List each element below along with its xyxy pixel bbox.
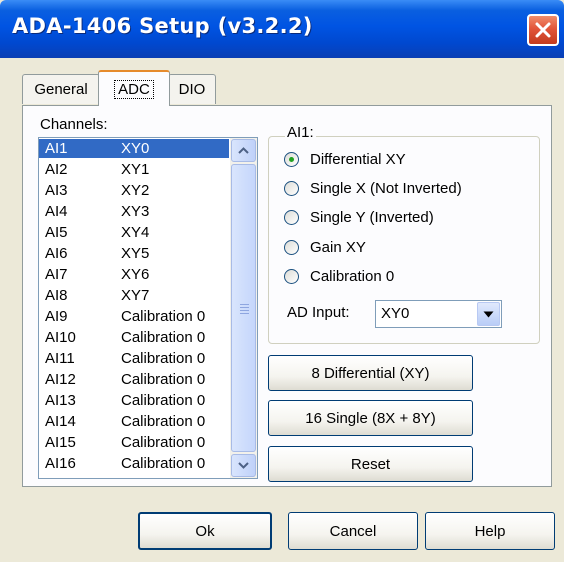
channel-id: AI8: [45, 287, 68, 304]
channel-list-item[interactable]: AI11 Calibration 0: [39, 349, 229, 368]
channel-mapping: Calibration 0: [121, 308, 206, 325]
cancel-button[interactable]: Cancel: [288, 512, 418, 550]
scroll-thumb-grip: [240, 313, 249, 314]
channel-list-item[interactable]: AI12 Calibration 0: [39, 370, 229, 389]
channel-mapping: XY2: [121, 182, 150, 199]
channel-list-item[interactable]: AI16 Calibration 0: [39, 454, 229, 473]
scroll-up-arrow-icon: [238, 147, 249, 154]
channel-id: AI11: [45, 350, 75, 367]
channel-list-item[interactable]: AI5 XY4: [39, 223, 229, 242]
channel-list-item[interactable]: AI13 Calibration 0: [39, 391, 229, 410]
radio-single-y[interactable]: Single Y (Inverted): [284, 206, 434, 228]
eight-differential-button[interactable]: 8 Differential (XY): [268, 355, 473, 391]
channel-mapping: XY0: [121, 140, 150, 157]
radio-gain-xy[interactable]: Gain XY: [284, 236, 366, 258]
radio-label: Gain XY: [310, 238, 366, 256]
help-button[interactable]: Help: [425, 512, 555, 550]
radio-button[interactable]: [284, 268, 299, 284]
ad-input-dropdown-button[interactable]: [477, 302, 500, 326]
channel-id: AI14: [45, 413, 76, 430]
sixteen-single-button[interactable]: 16 Single (8X + 8Y): [268, 400, 473, 436]
channel-list-item[interactable]: AI15 Calibration 0: [39, 433, 229, 452]
channel-id: AI3: [45, 182, 68, 199]
channel-id: AI10: [45, 329, 76, 346]
radio-label: Calibration 0: [310, 267, 395, 285]
channel-mapping: Calibration 0: [121, 350, 206, 367]
radio-button[interactable]: [284, 209, 299, 225]
channel-mapping: XY4: [121, 224, 150, 241]
channel-mapping: Calibration 0: [121, 413, 206, 430]
close-icon: [535, 22, 551, 38]
window-title: ADA-1406 Setup (v3.2.2): [12, 14, 313, 38]
radio-label: Single X (Not Inverted): [310, 179, 462, 197]
channel-id: AI4: [45, 203, 68, 220]
radio-button[interactable]: [284, 180, 299, 196]
scroll-thumb-grip: [240, 304, 249, 305]
radio-button[interactable]: [284, 239, 299, 255]
ad-input-label: AD Input:: [287, 304, 350, 321]
radio-label: Single Y (Inverted): [310, 208, 434, 226]
tab-general-label: General: [34, 81, 88, 98]
channels-label: Channels:: [40, 116, 108, 133]
channel-mapping: XY5: [121, 245, 150, 262]
channel-id: AI1: [45, 140, 68, 157]
channel-mapping: Calibration 0: [121, 329, 206, 346]
channel-list-item[interactable]: AI8 XY7: [39, 286, 229, 305]
channels-listbox[interactable]: AI1 XY0 AI2 XY1 AI3 XY2 AI4 XY3 AI5 XY4 AI6 XY5 AI7 X…: [38, 137, 258, 479]
channel-mapping: XY1: [121, 161, 150, 178]
radio-label: Differential XY: [310, 150, 406, 168]
scroll-thumb[interactable]: [231, 164, 256, 452]
scroll-up-button[interactable]: [231, 139, 256, 162]
dropdown-arrow-icon: [483, 311, 494, 317]
channel-id: AI7: [45, 266, 68, 283]
channel-list-item[interactable]: AI10 Calibration 0: [39, 328, 229, 347]
scroll-down-button[interactable]: [231, 454, 256, 477]
channel-mapping: XY7: [121, 287, 150, 304]
scroll-down-arrow-icon: [238, 462, 249, 469]
channel-mapping: XY6: [121, 266, 150, 283]
channel-mapping: Calibration 0: [121, 392, 206, 409]
channel-id: AI15: [45, 434, 76, 451]
tab-adc-label: ADC: [114, 79, 154, 99]
channels-scrollbar[interactable]: [230, 138, 257, 478]
channel-id: AI6: [45, 245, 68, 262]
channel-mapping: Calibration 0: [121, 455, 206, 472]
channel-list-item[interactable]: AI6 XY5: [39, 244, 229, 263]
channel-list-item[interactable]: AI4 XY3: [39, 202, 229, 221]
scroll-thumb-grip: [240, 310, 249, 311]
tab-dio-label: DIO: [178, 81, 206, 98]
group-caption: AI1:: [285, 124, 316, 141]
ad-input-select[interactable]: XY0: [375, 300, 502, 328]
channel-list-item[interactable]: AI2 XY1: [39, 160, 229, 179]
channel-list-item[interactable]: AI9 Calibration 0: [39, 307, 229, 326]
channel-id: AI16: [45, 455, 76, 472]
reset-button[interactable]: Reset: [268, 446, 473, 482]
channel-list-item[interactable]: AI7 XY6: [39, 265, 229, 284]
radio-calibration-0[interactable]: Calibration 0: [284, 265, 394, 287]
channel-list-item[interactable]: AI1 XY0: [39, 139, 229, 158]
channel-id: AI12: [45, 371, 76, 388]
title-bar[interactable]: ADA-1406 Setup (v3.2.2): [0, 0, 564, 58]
channel-id: AI9: [45, 308, 68, 325]
channel-list-item[interactable]: AI14 Calibration 0: [39, 412, 229, 431]
tab-general[interactable]: General: [22, 74, 100, 104]
channel-mapping: XY3: [121, 203, 150, 220]
close-button[interactable]: [527, 14, 559, 46]
channel-mapping: Calibration 0: [121, 434, 206, 451]
radio-single-x[interactable]: Single X (Not Inverted): [284, 177, 462, 199]
channel-id: AI5: [45, 224, 68, 241]
radio-button[interactable]: [284, 151, 299, 167]
scroll-thumb-grip: [240, 307, 249, 308]
channel-mapping: Calibration 0: [121, 371, 206, 388]
ad-input-value: XY0: [381, 305, 410, 322]
ok-button[interactable]: Ok: [138, 512, 272, 550]
tab-dio[interactable]: DIO: [168, 74, 216, 104]
radio-differential-xy[interactable]: Differential XY: [284, 148, 406, 170]
channel-id: AI2: [45, 161, 68, 178]
channel-list-item[interactable]: AI3 XY2: [39, 181, 229, 200]
channel-id: AI13: [45, 392, 76, 409]
tab-adc[interactable]: ADC: [98, 70, 170, 106]
